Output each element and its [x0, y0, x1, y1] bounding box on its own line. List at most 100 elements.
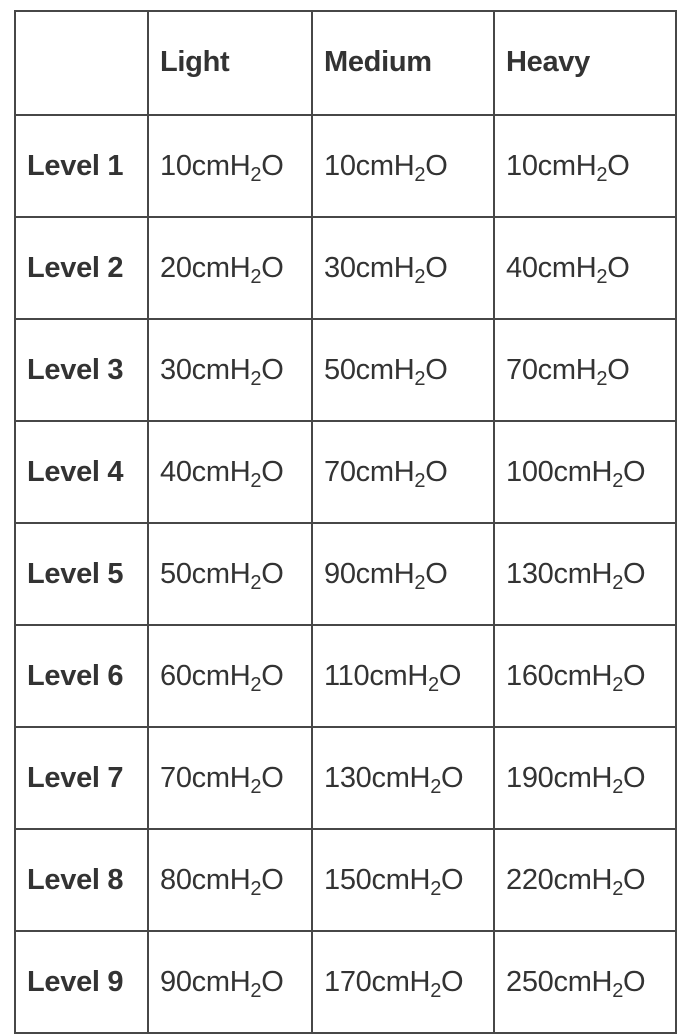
unit-suffix: O [623, 761, 646, 794]
table-row: Level 1 10cmH2O 10cmH2O 10cmH2O [14, 114, 677, 218]
value-cell-medium: 90cmH2O [311, 522, 495, 626]
unit-prefix: cmH [355, 353, 415, 386]
unit-prefix: cmH [191, 863, 251, 896]
unit-suffix: O [425, 251, 448, 284]
unit-prefix: cmH [553, 965, 613, 998]
value-cell-light: 40cmH2O [147, 420, 313, 524]
column-header-heavy: Heavy [493, 10, 677, 116]
row-header: Level 6 [14, 624, 149, 728]
unit-subscript: 2 [250, 367, 262, 390]
unit-suffix: O [261, 353, 284, 386]
pressure-value: 190 [506, 761, 554, 794]
value-cell-heavy: 250cmH2O [493, 930, 677, 1034]
unit-subscript: 2 [250, 979, 262, 1002]
unit-prefix: cmH [191, 251, 251, 284]
unit-prefix: cmH [191, 761, 251, 794]
pressure-value: 70 [324, 455, 356, 488]
unit-prefix: cmH [355, 251, 415, 284]
pressure-value: 60 [160, 659, 192, 692]
unit-subscript: 2 [250, 469, 262, 492]
row-header: Level 9 [14, 930, 149, 1034]
pressure-value: 220 [506, 863, 554, 896]
unit-suffix: O [607, 353, 630, 386]
unit-prefix: cmH [553, 455, 613, 488]
value-cell-medium: 10cmH2O [311, 114, 495, 218]
unit-subscript: 2 [430, 775, 442, 798]
row-header: Level 3 [14, 318, 149, 422]
table-row: Level 9 90cmH2O 170cmH2O 250cmH2O [14, 930, 677, 1034]
value-cell-light: 20cmH2O [147, 216, 313, 320]
value-cell-light: 10cmH2O [147, 114, 313, 218]
table-row: Level 3 30cmH2O 50cmH2O 70cmH2O [14, 318, 677, 422]
unit-subscript: 2 [596, 163, 608, 186]
unit-subscript: 2 [250, 877, 262, 900]
unit-prefix: cmH [371, 965, 431, 998]
pressure-value: 70 [506, 353, 538, 386]
pressure-value: 250 [506, 965, 554, 998]
value-cell-heavy: 100cmH2O [493, 420, 677, 524]
value-cell-heavy: 130cmH2O [493, 522, 677, 626]
row-header: Level 5 [14, 522, 149, 626]
pressure-value: 150 [324, 863, 372, 896]
unit-subscript: 2 [428, 673, 439, 696]
unit-suffix: O [425, 149, 448, 182]
pressure-value: 40 [160, 455, 192, 488]
unit-prefix: cmH [537, 251, 597, 284]
unit-suffix: O [438, 659, 462, 692]
unit-suffix: O [261, 557, 284, 590]
value-cell-medium: 30cmH2O [311, 216, 495, 320]
unit-subscript: 2 [430, 979, 442, 1002]
unit-prefix: cmH [355, 455, 415, 488]
value-cell-heavy: 40cmH2O [493, 216, 677, 320]
unit-subscript: 2 [430, 877, 442, 900]
value-cell-medium: 70cmH2O [311, 420, 495, 524]
value-cell-medium: 50cmH2O [311, 318, 495, 422]
unit-suffix: O [623, 659, 646, 692]
pressure-value: 170 [324, 965, 372, 998]
unit-prefix: cmH [553, 761, 613, 794]
pressure-value: 10 [324, 149, 356, 182]
row-header: Level 8 [14, 828, 149, 932]
unit-subscript: 2 [250, 571, 262, 594]
unit-suffix: O [607, 251, 630, 284]
unit-subscript: 2 [612, 877, 624, 900]
pressure-value: 50 [324, 353, 356, 386]
unit-prefix: cmH [537, 149, 597, 182]
value-cell-medium: 150cmH2O [311, 828, 495, 932]
pressure-value: 70 [160, 761, 192, 794]
unit-prefix: cmH [191, 965, 251, 998]
pressure-value: 90 [160, 965, 192, 998]
header-row: Light Medium Heavy [14, 10, 677, 116]
unit-subscript: 2 [596, 265, 608, 288]
value-cell-light: 30cmH2O [147, 318, 313, 422]
pressure-value: 160 [506, 659, 554, 692]
unit-subscript: 2 [250, 775, 262, 798]
unit-suffix: O [261, 149, 284, 182]
value-cell-light: 50cmH2O [147, 522, 313, 626]
pressure-value: 30 [160, 353, 192, 386]
value-cell-light: 80cmH2O [147, 828, 313, 932]
unit-suffix: O [623, 455, 646, 488]
unit-prefix: cmH [191, 353, 251, 386]
unit-subscript: 2 [414, 367, 426, 390]
unit-prefix: cmH [191, 455, 251, 488]
pressure-value: 40 [506, 251, 538, 284]
unit-suffix: O [261, 659, 284, 692]
unit-prefix: cmH [355, 149, 415, 182]
row-header: Level 4 [14, 420, 149, 524]
unit-suffix: O [261, 761, 284, 794]
corner-cell [14, 10, 149, 116]
pressure-value: 30 [324, 251, 356, 284]
unit-suffix: O [623, 965, 646, 998]
column-header-medium: Medium [311, 10, 495, 116]
pressure-value: 130 [324, 761, 372, 794]
unit-subscript: 2 [612, 979, 624, 1002]
column-header-light: Light [147, 10, 313, 116]
unit-subscript: 2 [612, 469, 624, 492]
table-row: Level 4 40cmH2O 70cmH2O 100cmH2O [14, 420, 677, 524]
unit-subscript: 2 [612, 775, 624, 798]
unit-prefix: cmH [371, 863, 431, 896]
unit-subscript: 2 [596, 367, 608, 390]
unit-prefix: cmH [553, 863, 613, 896]
value-cell-heavy: 10cmH2O [493, 114, 677, 218]
